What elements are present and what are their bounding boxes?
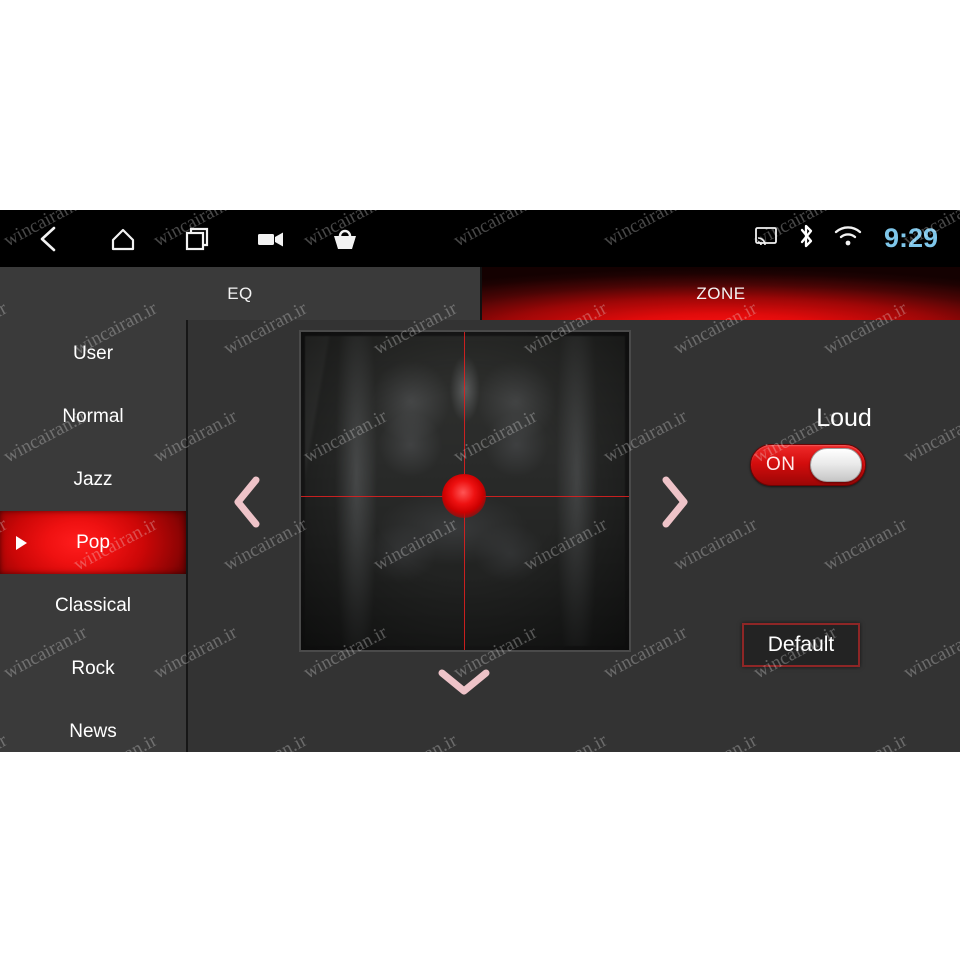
zone-main-area: Loud ON Default (188, 320, 960, 752)
zone-content: User Normal Jazz Pop Classical Rock News (0, 320, 960, 752)
preset-item-classical[interactable]: Classical (0, 574, 186, 637)
recents-icon[interactable] (180, 222, 214, 256)
sound-focus-dot[interactable] (442, 474, 486, 518)
basket-icon[interactable] (328, 222, 362, 256)
zone-right-controls: Loud ON Default (728, 320, 960, 752)
status-clock: 9:29 (883, 223, 938, 253)
chevron-left-icon[interactable] (230, 472, 264, 532)
toggle-knob[interactable] (810, 448, 862, 482)
home-icon[interactable] (106, 222, 140, 256)
tab-bar: EQ ZONE (0, 267, 960, 320)
cast-icon (754, 226, 778, 251)
navigation-buttons (32, 222, 362, 256)
tab-eq[interactable]: EQ (0, 267, 482, 320)
preset-label: User (72, 342, 114, 364)
preset-item-pop[interactable]: Pop (0, 511, 186, 574)
preset-item-news[interactable]: News (0, 700, 186, 752)
preset-item-rock[interactable]: Rock (0, 637, 186, 700)
preset-label: Classical (54, 594, 132, 616)
preset-item-user[interactable]: User (0, 322, 186, 385)
video-camera-icon[interactable] (254, 222, 288, 256)
loudness-toggle[interactable]: ON (750, 444, 866, 486)
head-unit-screen: 9:29 EQ ZONE User Normal Jazz Pop Classi… (0, 210, 960, 752)
status-bar: 9:29 (0, 210, 960, 267)
tab-zone[interactable]: ZONE (482, 267, 960, 320)
preset-label: Rock (71, 657, 115, 679)
preset-label: Normal (62, 405, 124, 427)
system-status-icons: 9:29 (754, 210, 938, 267)
bluetooth-icon (796, 223, 816, 254)
wifi-icon (834, 225, 862, 252)
chevron-right-icon[interactable] (658, 472, 692, 532)
chevron-down-icon[interactable] (434, 665, 494, 699)
back-icon[interactable] (32, 222, 66, 256)
preset-label: Jazz (73, 468, 113, 490)
default-button[interactable]: Default (742, 623, 860, 667)
preset-item-normal[interactable]: Normal (0, 385, 186, 448)
preset-label: Pop (76, 531, 110, 553)
preset-item-jazz[interactable]: Jazz (0, 448, 186, 511)
preset-label: News (69, 720, 117, 742)
loudness-label: Loud (816, 404, 872, 432)
eq-preset-list: User Normal Jazz Pop Classical Rock News (0, 320, 188, 752)
play-triangle-icon (16, 535, 27, 550)
sound-field-pad[interactable] (299, 330, 631, 652)
loudness-state-text: ON (766, 454, 796, 475)
